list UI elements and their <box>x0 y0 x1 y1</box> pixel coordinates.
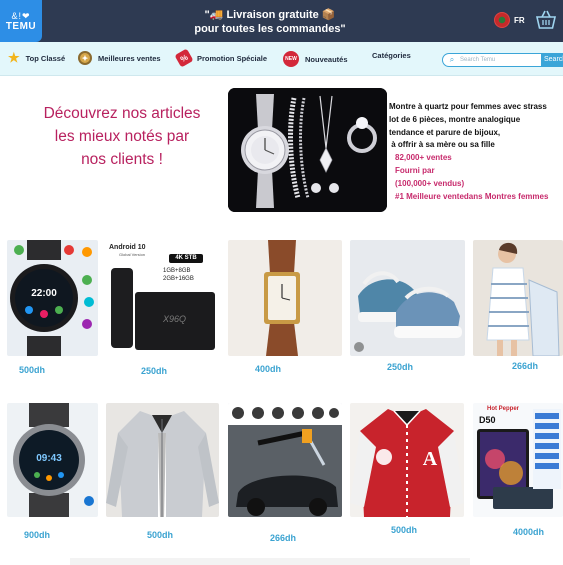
cart-button[interactable] <box>534 8 558 32</box>
product-image <box>228 403 342 517</box>
jacket-letter: A <box>423 448 438 470</box>
hero-title: Découvrez nos articles les mieux notés p… <box>22 102 222 171</box>
product-price: 4000dh <box>513 527 545 537</box>
promo-line-1: 🚚 Livraison gratuite 📦 <box>209 9 336 21</box>
product-card-leather-watch[interactable]: 400dh <box>228 240 342 374</box>
spec-1: 1GB+8GB <box>163 268 191 274</box>
nav-label: Top Classé <box>25 53 66 63</box>
product-image: 09:43 <box>7 403 98 517</box>
nav-label: Nouveautés <box>305 54 348 64</box>
bestseller-rank: #1 Meilleure ventedans Montres femmes <box>395 191 549 201</box>
product-card-towel-dress[interactable]: 266dh <box>473 240 563 371</box>
product-card-smartwatch[interactable]: 22:00 500dh <box>7 240 98 375</box>
footer-divider <box>70 558 470 565</box>
product-image <box>350 240 465 356</box>
product-card-pressure-washer[interactable]: 266dh <box>228 403 342 543</box>
product-card-round-smartwatch[interactable]: 09:43 900dh <box>7 403 98 540</box>
featured-product-image[interactable] <box>228 88 387 212</box>
product-card-zip-jacket[interactable]: 500dh <box>106 403 219 540</box>
product-price: 500dh <box>147 530 174 540</box>
svg-text:09:43: 09:43 <box>36 453 62 464</box>
nav-promotion-speciale[interactable]: % Promotion Spéciale <box>174 48 268 68</box>
product-image: A <box>350 403 464 517</box>
language-code: FR <box>514 15 525 25</box>
promo-line-2: pour toutes les commandes" <box>194 23 346 35</box>
tv-box: X96Q <box>135 292 215 350</box>
sold-count: 82,000+ ventes <box>395 153 452 163</box>
featured-product-description: Montre à quartz pour femmes avec strass … <box>389 101 563 203</box>
product-price: 266dh <box>512 361 539 371</box>
android-badge: Android 10 <box>109 244 146 251</box>
language-selector[interactable]: FR <box>494 12 525 28</box>
product-price: 900dh <box>24 530 51 540</box>
hero-title-line-2: les mieux notés par <box>54 128 190 145</box>
star-icon: ★ <box>8 50 20 65</box>
nav-categories[interactable]: Catégories <box>372 51 411 60</box>
desc-line-1: Montre à quartz pour femmes avec strass <box>389 102 547 111</box>
new-badge-icon: NEW <box>283 51 299 67</box>
supplied-count: (100,000+ vendus) <box>395 178 465 188</box>
product-price: 266dh <box>270 533 297 543</box>
svg-text:22:00: 22:00 <box>31 288 57 299</box>
nav-top-classe[interactable]: ★ Top Classé <box>8 51 65 65</box>
spec-2: 2GB+16GB <box>163 276 194 282</box>
product-card-tablet-keyboard[interactable]: Hot Pepper D50 4000dh <box>473 403 563 537</box>
product-image: 22:00 <box>7 240 98 356</box>
basket-icon <box>535 10 557 29</box>
tag-icon: % <box>174 48 194 68</box>
hero-title-line-3: nos clients ! <box>81 151 163 168</box>
temu-logo[interactable]: &!❤ TEMU <box>0 0 42 42</box>
nav-meilleures-ventes[interactable]: ✦ Meilleures ventes <box>78 51 161 65</box>
remote-control <box>111 268 133 348</box>
desc-line-3: tendance et parure de bijoux, <box>389 127 501 137</box>
product-image <box>106 403 219 517</box>
product-price: 250dh <box>141 366 168 376</box>
product-card-tv-box[interactable]: Android 10 Global Version 4K STB 1GB+8GB… <box>105 240 219 376</box>
box-brand: X96Q <box>163 314 187 324</box>
search-icon: ⌕ <box>449 55 455 64</box>
desc-line-4: à offrir à sa mère ou sa fille <box>389 140 495 150</box>
nav-label: Meilleures ventes <box>98 53 161 63</box>
logo-glyphs: &!❤ <box>11 10 31 21</box>
category-nav: ★ Top Classé ✦ Meilleures ventes % Promo… <box>0 42 563 76</box>
nav-label: Catégories <box>372 51 411 60</box>
medal-icon: ✦ <box>78 51 92 65</box>
product-price: 500dh <box>391 525 418 535</box>
product-image <box>473 240 563 356</box>
morocco-flag-icon <box>494 12 510 28</box>
product-image: Android 10 Global Version 4K STB 1GB+8GB… <box>105 240 219 356</box>
top-header: &!❤ TEMU "🚚 Livraison gratuite 📦 pour to… <box>0 0 563 42</box>
desc-line-2: lot de 6 pièces, montre analogique <box>389 114 521 124</box>
product-price: 500dh <box>19 365 46 375</box>
logo-name: TEMU <box>5 20 37 32</box>
android-badge-sub: Global Version <box>119 252 146 257</box>
search-button[interactable]: Search <box>541 54 563 66</box>
nav-nouveautes[interactable]: NEW Nouveautés <box>283 51 348 67</box>
hero-title-line-1: Découvrez nos articles <box>43 105 201 122</box>
product-card-varsity-jacket[interactable]: A 500dh <box>350 403 464 535</box>
search-bar[interactable]: ⌕ Search Temu Search <box>442 53 563 67</box>
product-card-sneakers[interactable]: 250dh <box>350 240 465 372</box>
resolution-badge: 4K STB <box>169 254 203 263</box>
watch-jewelry-set-image <box>228 88 387 212</box>
supplied-by: Fourni par <box>395 165 435 175</box>
free-shipping-banner: "🚚 Livraison gratuite 📦 pour toutes les … <box>150 8 390 36</box>
nav-label: Promotion Spéciale <box>197 53 268 63</box>
product-image: Hot Pepper D50 <box>473 403 563 517</box>
product-price: 250dh <box>387 362 414 372</box>
search-input[interactable]: Search Temu <box>460 57 540 63</box>
product-image <box>228 240 342 356</box>
product-price: 400dh <box>255 364 282 374</box>
